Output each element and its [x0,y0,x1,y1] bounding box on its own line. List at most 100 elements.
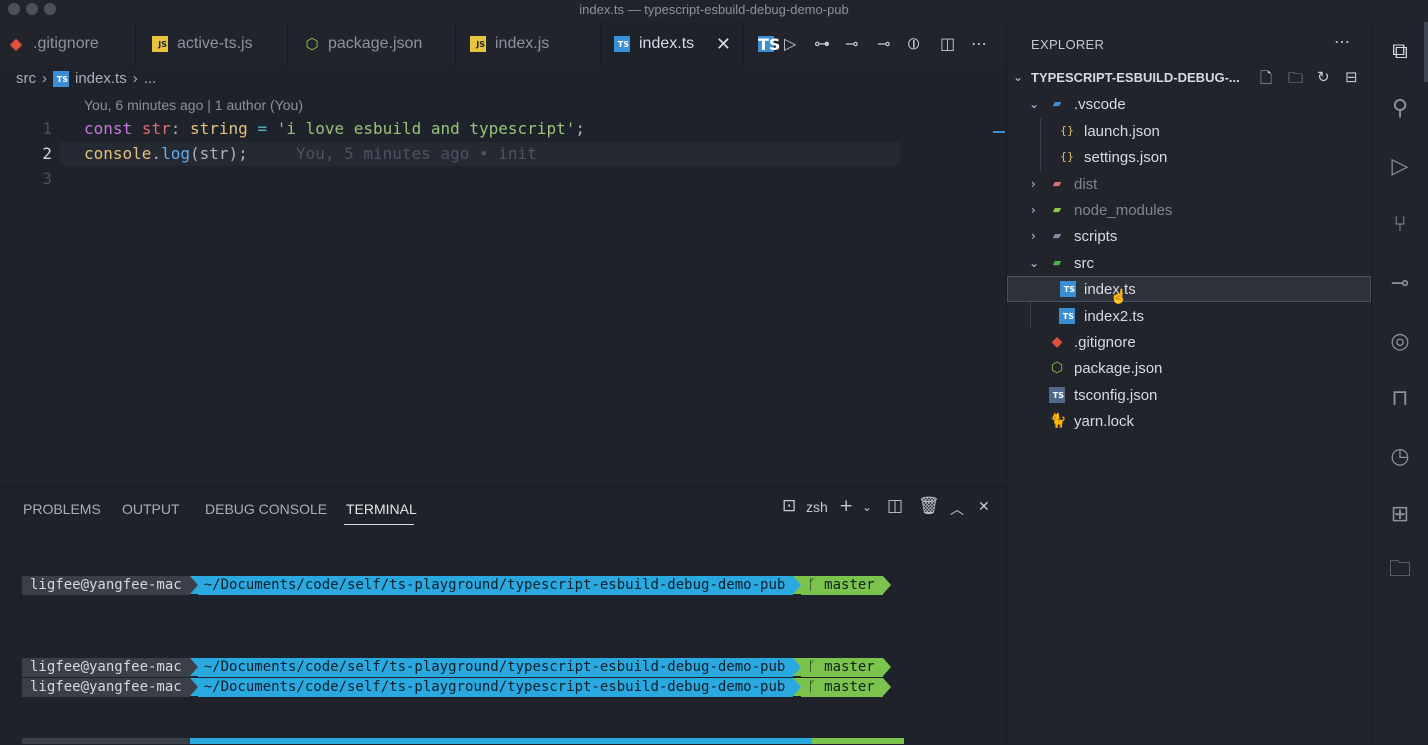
tab-terminal[interactable]: TERMINAL [346,501,417,517]
git-graph-icon[interactable]: ⊸ [1385,268,1415,298]
tab-label: .gitignore [33,35,99,52]
object: console [84,144,152,163]
tab-label: index.js [495,35,550,52]
scripts-folder-icon: ▰ [1052,229,1062,242]
split-terminal-icon[interactable]: ◫ [887,496,903,516]
breadcrumb-symbol[interactable]: ... [144,70,157,87]
terminal-icon[interactable]: ⊡ [782,496,796,516]
vscode-folder-icon: ▰ [1052,97,1062,110]
tree-folder-dist[interactable]: › ▰ dist [1007,171,1371,197]
git-branch-icon: ᚴ [807,679,816,695]
code-line-2[interactable]: console.log(str); You, 5 minutes ago • i… [84,144,537,163]
explorer-title: EXPLORER [1031,37,1105,52]
remote-icon[interactable]: ◎ [1385,326,1415,356]
ts-file-icon[interactable]: TS [758,36,780,54]
extensions-icon[interactable]: ⊞ [1385,499,1415,529]
function: log [161,144,190,163]
json-icon: {} [1060,150,1074,163]
punctuation: ; [575,119,585,138]
git-previous-icon[interactable]: ⊸ [845,34,858,53]
tree-label: tsconfig.json [1074,386,1158,404]
chevron-down-icon: ⌄ [1029,256,1040,270]
window-title: index.ts — typescript-esbuild-debug-demo… [579,2,849,17]
git-branch-icon: ᚴ [807,659,816,675]
tree-file-index-ts[interactable]: TS index.ts ☝ [1007,276,1371,304]
trash-icon[interactable]: 🗑 [918,496,940,516]
timeline-icon[interactable]: ◷ [1385,441,1415,471]
close-icon[interactable]: ✕ [716,34,731,55]
prompt-branch: master [824,577,875,593]
ts-file-icon: TS [53,70,69,87]
new-file-icon[interactable]: 🗋 [1260,68,1272,93]
more-actions-icon[interactable]: ⋯ [1334,32,1350,52]
maximize-panel-icon[interactable]: ︿ [950,499,964,519]
more-actions-icon[interactable]: ⋯ [971,34,987,53]
tree-file-launch-json[interactable]: {} launch.json [1007,118,1371,144]
prompt-git: ᚴ master [801,576,883,595]
prompt-branch: master [824,679,875,695]
tree-file-package-json[interactable]: ⬡ package.json [1007,355,1371,381]
run-debug-icon[interactable]: ▷ [1385,151,1415,181]
tree-label: yarn.lock [1074,412,1135,430]
new-folder-icon[interactable]: 🗀 [1288,68,1303,93]
tab-active-ts-js[interactable]: JS active-ts.js [136,22,288,66]
breadcrumb-file[interactable]: index.ts [75,70,127,87]
git-next-icon[interactable]: ⊸ [877,34,890,53]
tab-debug-console[interactable]: DEBUG CONSOLE [205,501,327,517]
punctuation: : [170,119,181,138]
run-icon[interactable]: ▷ [784,34,796,53]
operator: = [257,119,268,138]
powerline-arrow [793,658,802,676]
code-line-1[interactable]: const str: string = 'i love esbuild and … [84,119,585,138]
tree-folder-src[interactable]: ⌄ ▰ src [1007,250,1371,276]
src-folder-icon: ▰ [1052,256,1062,269]
tab-label: index.ts [639,35,695,52]
chevron-right-icon: › [132,70,138,87]
powerline-arrow [793,678,802,696]
source-control-icon[interactable]: ⑂ [1385,209,1415,239]
js-file-icon: JS [152,36,168,52]
bookmark-icon[interactable]: ⊓ [1385,383,1415,413]
tab-index-ts[interactable]: TS index.ts ✕ [601,22,744,66]
scrollbar[interactable] [1424,22,1428,82]
minimap-indicator [993,131,1005,133]
tree-label: scripts [1074,227,1118,245]
shell-selector[interactable]: zsh [806,499,828,515]
chevron-down-icon[interactable]: ⌄ [862,500,872,514]
chevron-down-icon[interactable]: ⌄ [1013,70,1023,84]
powerline-arrow [793,576,802,594]
powerline-arrow [189,678,198,696]
close-panel-icon[interactable]: ✕ [978,499,990,515]
tree-file-yarn-lock[interactable]: 🐈 yarn.lock [1007,408,1371,434]
tab-package-json[interactable]: ⬡ package.json [288,22,456,66]
split-editor-icon[interactable]: ◫ [940,34,955,53]
tree-file-tsconfig-json[interactable]: TS tsconfig.json [1007,382,1371,408]
search-icon[interactable]: ⚲ [1385,93,1415,123]
add-terminal-icon[interactable]: + [839,496,853,516]
tree-folder-scripts[interactable]: › ▰ scripts [1007,223,1371,249]
tab-output[interactable]: OUTPUT [122,501,180,517]
arguments: (str); [189,144,248,163]
tree-file-index2-ts[interactable]: TS index2.ts [1007,303,1371,329]
tree-file-gitignore[interactable]: ◆ .gitignore [1007,329,1371,355]
breadcrumb-folder[interactable]: src [16,70,36,87]
folder-icon[interactable]: 🗀 [1385,556,1415,586]
tab-gitignore[interactable]: ◆ .gitignore [0,22,136,66]
refresh-icon[interactable]: ↻ [1317,68,1330,86]
timeline-icon[interactable]: ⦶ [908,34,920,54]
tab-index-js[interactable]: JS index.js [456,22,601,66]
tree-label: settings.json [1084,148,1168,166]
dist-folder-icon: ▰ [1052,177,1062,190]
tab-problems[interactable]: PROBLEMS [23,501,101,517]
prompt-user: ligfee@yangfee-mac [22,658,190,677]
collapse-all-icon[interactable]: ⊟ [1345,68,1358,86]
terminal-prompt: ligfee@yangfee-mac ~/Documents/code/self… [22,576,891,595]
workspace-folder-header[interactable]: TYPESCRIPT-ESBUILD-DEBUG-... [1031,70,1240,85]
tree-file-settings-json[interactable]: {} settings.json [1007,144,1371,170]
chevron-right-icon: › [1031,229,1036,243]
git-commit-icon[interactable]: ⊶ [814,34,830,53]
explorer-icon[interactable]: ⧉ [1385,36,1415,66]
codelens-blame[interactable]: You, 6 minutes ago | 1 author (You) [84,97,303,113]
tree-folder-node-modules[interactable]: › ▰ node_modules [1007,197,1371,223]
tree-folder-vscode[interactable]: ⌄ ▰ .vscode [1007,91,1371,117]
